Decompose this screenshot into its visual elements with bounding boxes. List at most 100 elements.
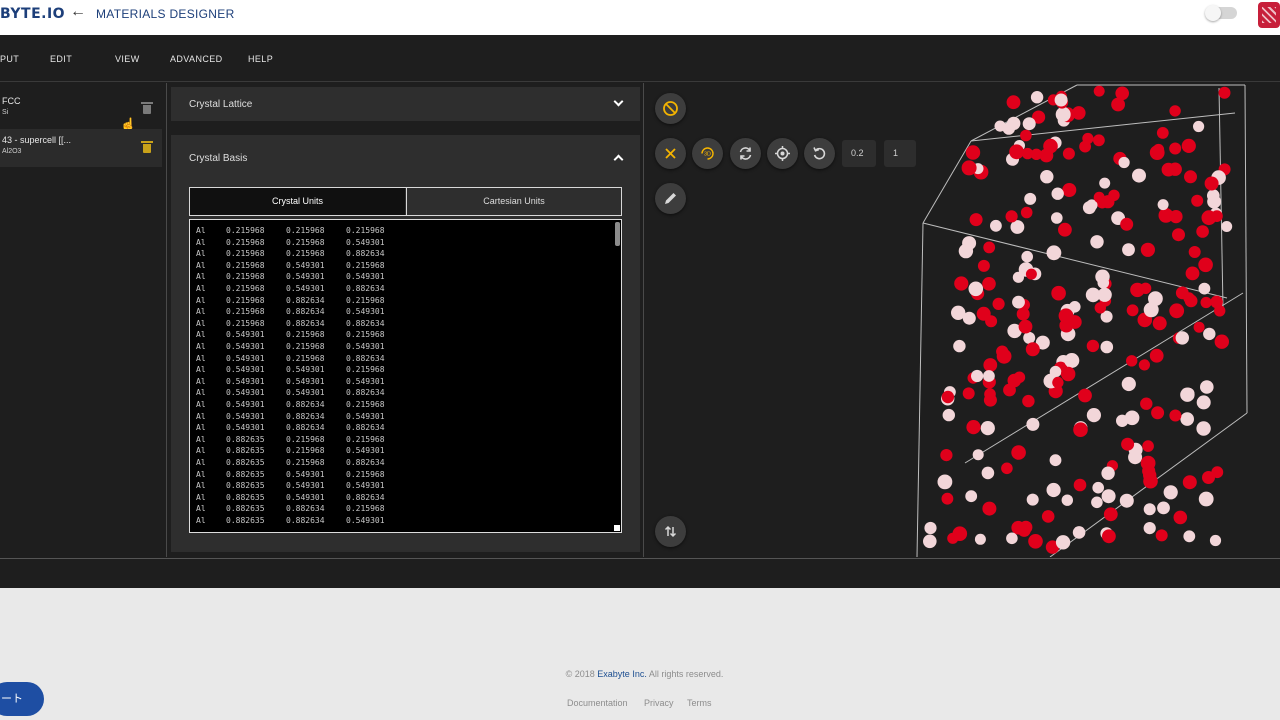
oxygen-atom bbox=[1151, 406, 1165, 420]
basis-coordinate: 0.549301 bbox=[346, 411, 385, 421]
crystal-lattice-title: Crystal Lattice bbox=[189, 99, 253, 110]
3d-viewer[interactable]: 3D 0.2 1 bbox=[645, 83, 1280, 557]
aluminum-atom bbox=[1101, 489, 1116, 504]
aluminum-atom bbox=[1026, 493, 1039, 506]
basis-element: Al bbox=[196, 458, 206, 467]
rotate-3d-icon[interactable]: 3D bbox=[692, 138, 723, 169]
exabyte-logo[interactable]: BYTE.IO bbox=[0, 6, 65, 22]
chevron-up-icon[interactable] bbox=[613, 154, 624, 165]
disable-icon[interactable] bbox=[655, 93, 686, 124]
material-formula: Si bbox=[2, 109, 9, 116]
oxygen-atom bbox=[1030, 148, 1043, 160]
oxygen-atom bbox=[1019, 520, 1033, 534]
reset-icon[interactable] bbox=[804, 138, 835, 169]
aluminum-atom bbox=[1095, 269, 1110, 284]
basis-coordinate: 0.549301 bbox=[226, 400, 265, 409]
back-arrow-icon[interactable]: ← bbox=[70, 3, 86, 21]
oxygen-atom bbox=[1152, 316, 1167, 331]
material-name: FCC bbox=[2, 96, 21, 106]
oxygen-atom bbox=[1172, 228, 1185, 242]
chevron-down-icon[interactable] bbox=[613, 96, 624, 107]
aluminum-atom bbox=[1157, 501, 1170, 515]
trash-icon[interactable] bbox=[141, 141, 153, 153]
footer-link-documentation[interactable]: Documentation bbox=[567, 698, 628, 708]
basis-coordinate: 0.882634 bbox=[286, 400, 325, 409]
basis-editor[interactable]: Al 0.215968 0.215968 0.215968 Al 0.215968 0.21… bbox=[189, 219, 622, 533]
basis-coordinate: 0.549301 bbox=[286, 481, 325, 491]
oxygen-atom bbox=[1149, 145, 1165, 160]
swap-vertical-icon[interactable] bbox=[655, 516, 686, 547]
refresh-icon[interactable] bbox=[730, 138, 761, 169]
sphere-radius-input[interactable]: 0.2 bbox=[842, 140, 876, 167]
oxygen-atom bbox=[1149, 348, 1164, 363]
oxygen-atom bbox=[1025, 342, 1040, 357]
footer-link-terms[interactable]: Terms bbox=[687, 698, 712, 708]
scrollbar-thumb[interactable] bbox=[615, 222, 620, 246]
basis-coordinate: 0.215968 bbox=[286, 249, 325, 259]
support-chat-button[interactable]: ート bbox=[0, 682, 44, 716]
oxygen-atom bbox=[1058, 222, 1072, 237]
tab-cartesian-units[interactable]: Cartesian Units bbox=[406, 188, 621, 215]
menu-view[interactable]: VIEW bbox=[115, 54, 140, 64]
toggle-knob[interactable] bbox=[1205, 5, 1221, 21]
oxygen-atom bbox=[1073, 478, 1087, 492]
oxygen-atom bbox=[1138, 359, 1150, 371]
basis-element: Al bbox=[196, 272, 206, 282]
aluminum-atom bbox=[1021, 250, 1033, 263]
repetitions-input[interactable]: 1 bbox=[884, 140, 916, 167]
aluminum-atom bbox=[1122, 243, 1135, 257]
basis-coordinate: 0.882635 bbox=[226, 481, 265, 491]
aluminum-atom bbox=[1026, 417, 1040, 431]
close-icon[interactable] bbox=[655, 138, 686, 169]
trash-icon[interactable] bbox=[141, 102, 153, 114]
material-item-selected[interactable]: 43 - supercell [[... Al2O3 bbox=[0, 129, 162, 167]
basis-coordinate: 0.882634 bbox=[346, 492, 385, 502]
oxygen-atom bbox=[1051, 285, 1066, 301]
oxygen-atom bbox=[983, 241, 996, 254]
oxygen-atom bbox=[984, 388, 996, 400]
aluminum-atom bbox=[1007, 116, 1021, 131]
basis-coordinate: 0.882634 bbox=[286, 411, 325, 421]
crystal-lattice-header[interactable]: Crystal Lattice bbox=[171, 87, 640, 121]
resize-handle[interactable] bbox=[614, 525, 620, 531]
material-item[interactable]: FCC Si ☝ bbox=[0, 90, 162, 132]
aluminum-atom bbox=[1196, 395, 1211, 410]
theme-toggle[interactable] bbox=[1205, 5, 1237, 21]
aluminum-atom bbox=[994, 120, 1006, 132]
basis-coordinate: 0.882634 bbox=[286, 295, 325, 305]
aluminum-atom bbox=[1128, 450, 1143, 465]
edit-icon[interactable] bbox=[655, 183, 686, 214]
center-icon[interactable] bbox=[767, 138, 798, 169]
company-link[interactable]: Exabyte Inc. bbox=[597, 669, 647, 679]
menu-help[interactable]: HELP bbox=[248, 54, 273, 64]
aluminum-atom bbox=[1046, 482, 1061, 498]
basis-element: Al bbox=[196, 516, 206, 525]
basis-element: Al bbox=[196, 376, 206, 386]
basis-coordinate: 0.215968 bbox=[226, 284, 265, 293]
oxygen-atom bbox=[1211, 210, 1223, 222]
footer-link-privacy[interactable]: Privacy bbox=[644, 698, 674, 708]
user-avatar[interactable] bbox=[1258, 2, 1280, 28]
oxygen-atom bbox=[983, 358, 998, 372]
aluminum-atom bbox=[937, 474, 953, 490]
tab-crystal-units[interactable]: Crystal Units bbox=[190, 188, 405, 215]
oxygen-atom bbox=[1204, 176, 1219, 191]
oxygen-atom bbox=[1156, 127, 1169, 139]
basis-coordinate: 0.882634 bbox=[346, 284, 385, 293]
basis-coordinate: 0.549301 bbox=[346, 237, 385, 247]
menu-advanced[interactable]: ADVANCED bbox=[170, 54, 223, 64]
basis-element: Al bbox=[196, 284, 206, 293]
menu-edit[interactable]: EDIT bbox=[50, 54, 72, 64]
aluminum-atom bbox=[990, 219, 1002, 232]
aluminum-atom bbox=[971, 369, 984, 383]
menu-input[interactable]: PUT bbox=[0, 54, 19, 64]
basis-coordinate: 0.882634 bbox=[346, 318, 385, 328]
app-title: MATERIALS DESIGNER bbox=[96, 7, 235, 21]
oxygen-atom bbox=[1126, 304, 1139, 317]
crystal-basis-title[interactable]: Crystal Basis bbox=[189, 153, 247, 164]
oxygen-atom bbox=[1142, 440, 1154, 452]
aluminum-atom bbox=[1180, 412, 1194, 426]
basis-coordinate: 0.882634 bbox=[286, 504, 325, 514]
aluminum-atom bbox=[1143, 522, 1156, 535]
basis-coordinate: 0.882634 bbox=[346, 388, 385, 398]
